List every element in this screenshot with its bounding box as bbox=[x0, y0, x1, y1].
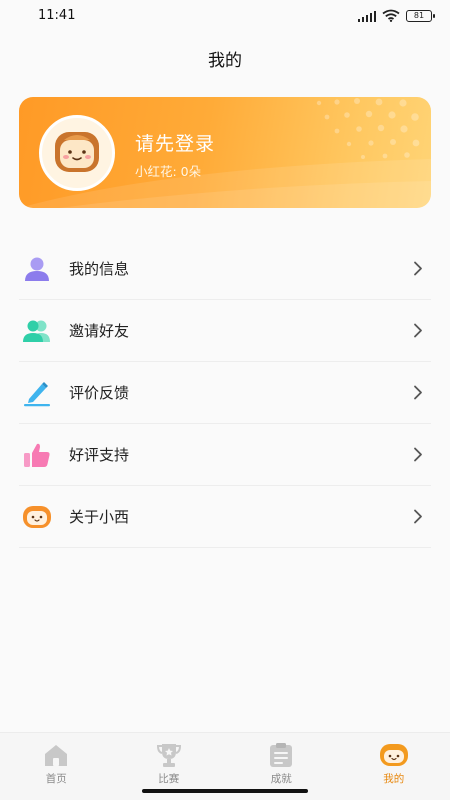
tab-label: 比赛 bbox=[158, 773, 180, 785]
login-prompt[interactable]: 请先登录 bbox=[135, 129, 215, 156]
profile-screen: 11:41 81 我的 请先登录 小红花: 0朵 我的信息 邀请好友 评价反馈 … bbox=[0, 0, 450, 800]
tab-home[interactable]: 首页 bbox=[0, 733, 113, 800]
friends-icon bbox=[22, 316, 52, 346]
thumbs-up-icon bbox=[22, 440, 52, 470]
chevron-right-icon bbox=[414, 385, 422, 400]
mascot-icon bbox=[379, 742, 409, 768]
page-title: 我的 bbox=[208, 51, 242, 71]
pencil-icon bbox=[22, 378, 52, 408]
status-time: 11:41 bbox=[38, 8, 76, 23]
menu-item-label: 好评支持 bbox=[69, 446, 130, 464]
menu-item-feedback[interactable]: 评价反馈 bbox=[19, 362, 431, 424]
home-indicator[interactable] bbox=[142, 789, 308, 793]
chevron-right-icon bbox=[414, 323, 422, 338]
menu-item-my-info[interactable]: 我的信息 bbox=[19, 238, 431, 300]
tab-mine[interactable]: 我的 bbox=[338, 733, 450, 800]
menu-item-label: 邀请好友 bbox=[69, 322, 130, 340]
chevron-right-icon bbox=[414, 447, 422, 462]
user-icon bbox=[22, 254, 52, 284]
menu-list: 我的信息 邀请好友 评价反馈 好评支持 关于小西 bbox=[19, 238, 431, 548]
menu-item-good-review[interactable]: 好评支持 bbox=[19, 424, 431, 486]
chevron-right-icon bbox=[414, 509, 422, 524]
trophy-icon bbox=[154, 742, 184, 768]
avatar[interactable] bbox=[39, 115, 115, 191]
status-bar: 11:41 81 bbox=[0, 0, 450, 34]
menu-item-label: 关于小西 bbox=[69, 508, 130, 526]
chevron-right-icon bbox=[414, 261, 422, 276]
battery-icon: 81 bbox=[406, 9, 435, 22]
menu-item-about[interactable]: 关于小西 bbox=[19, 486, 431, 548]
menu-item-label: 评价反馈 bbox=[69, 384, 130, 402]
menu-item-invite-friends[interactable]: 邀请好友 bbox=[19, 300, 431, 362]
status-icons: 81 bbox=[357, 9, 435, 22]
tab-label: 我的 bbox=[383, 773, 405, 785]
tab-label: 成就 bbox=[270, 773, 292, 785]
login-card[interactable]: 请先登录 小红花: 0朵 bbox=[19, 97, 431, 208]
signal-icon bbox=[357, 10, 376, 22]
wifi-icon bbox=[382, 9, 400, 22]
flower-count: 小红花: 0朵 bbox=[135, 164, 202, 179]
home-icon bbox=[41, 742, 71, 768]
clipboard-icon bbox=[266, 742, 296, 768]
mascot-avatar-icon bbox=[55, 132, 99, 172]
tab-label: 首页 bbox=[45, 773, 67, 785]
menu-item-label: 我的信息 bbox=[69, 260, 130, 278]
mascot-icon bbox=[22, 502, 52, 532]
